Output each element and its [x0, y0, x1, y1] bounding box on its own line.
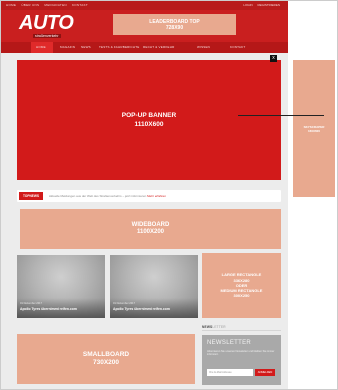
- top-bar: HOME ÜBER UNS MEDIADATEN KONTAKT LOGIN R…: [1, 1, 288, 10]
- newsletter-widget: NEWSLETTER Abonnieren Sie unseren Newsle…: [202, 335, 281, 385]
- sidebar-divider: [202, 330, 281, 331]
- wideboard-label: WIDEBOARD: [131, 221, 170, 228]
- large-rectangle-ad[interactable]: LARGE RECTANGLE 336x280 oder MEDIUM RECT…: [202, 253, 281, 318]
- login-link[interactable]: LOGIN: [243, 3, 252, 7]
- popup-banner-size: 1110x600: [134, 121, 164, 128]
- site-header: HOME ÜBER UNS MEDIADATEN KONTAKT LOGIN R…: [1, 1, 288, 53]
- nav-item-home[interactable]: HOME: [36, 45, 46, 49]
- smallboard-ad[interactable]: SMALLBOARD 730X200: [17, 334, 195, 384]
- sidebar-heading-thin: LETTER: [212, 325, 226, 329]
- topbar-link-about[interactable]: ÜBER UNS: [21, 3, 39, 7]
- article-title[interactable]: Apollo Tyres übernimmt reifen.com: [20, 307, 77, 311]
- leaderboard-ad[interactable]: LEADERBOARD TOP 728x90: [113, 14, 236, 35]
- ticker-badge: TOPNEWS: [19, 192, 43, 200]
- article-card[interactable]: 01 Dezember 2017 Apollo Tyres übernimmt …: [110, 255, 198, 318]
- close-icon[interactable]: x: [270, 55, 277, 62]
- smallboard-label: SMALLBOARD: [82, 350, 130, 358]
- popup-banner-label: POP-UP BANNER: [121, 112, 177, 119]
- nav-item-kontakt[interactable]: KONTAKT: [230, 45, 245, 49]
- sidebar-heading: NEWSLETTER: [202, 325, 226, 329]
- newsletter-title: NEWSLETTER: [207, 340, 252, 346]
- ticker-more-link[interactable]: Mehr erfahren: [147, 194, 166, 198]
- top-bar-account: LOGIN REGISTRIEREN: [239, 3, 280, 7]
- register-link[interactable]: REGISTRIEREN: [257, 3, 280, 7]
- nav-item-wissen[interactable]: WISSEN: [197, 45, 210, 49]
- nav-item-news[interactable]: NEWS: [81, 45, 91, 49]
- article-date: 01 Dezember 2017: [20, 302, 43, 305]
- top-bar-links: HOME ÜBER UNS MEDIADATEN KONTAKT: [6, 3, 92, 7]
- article-date: 01 Dezember 2017: [113, 302, 136, 305]
- ticker-headline[interactable]: Aktuelle Meldungen aus der Welt des Stra…: [49, 194, 146, 198]
- smallboard-size: 730X200: [92, 359, 120, 366]
- topbar-link-home[interactable]: HOME: [6, 3, 16, 7]
- logo-wordmark: AUTO: [19, 12, 74, 34]
- nav-item-recht[interactable]: RECHT & VERKEHR: [143, 45, 174, 49]
- skyscraper-ad[interactable]: SKYSCRAPER 160x600: [293, 60, 335, 197]
- sidebar-heading-bold: NEWS: [202, 325, 213, 329]
- newsletter-subscribe-button[interactable]: ANMELDEN: [255, 369, 275, 376]
- site-logo[interactable]: AUTO straßenverkehr: [19, 13, 74, 39]
- nav-item-magazin[interactable]: MAGAZIN: [60, 45, 75, 49]
- topbar-link-media[interactable]: MEDIADATEN: [44, 3, 66, 7]
- ticker-text[interactable]: Aktuelle Meldungen aus der Welt des Stra…: [49, 194, 166, 198]
- article-title[interactable]: Apollo Tyres übernimmt reifen.com: [113, 307, 170, 311]
- wideboard-size: 1100x200: [136, 229, 165, 235]
- leaderboard-size: 728x90: [165, 24, 184, 31]
- topbar-link-contact[interactable]: KONTAKT: [72, 3, 88, 7]
- logo-subtitle: straßenverkehr: [33, 34, 61, 38]
- annotation-pointer-line: [238, 115, 324, 116]
- popup-banner-ad[interactable]: x POP-UP BANNER 1110x600: [17, 55, 281, 180]
- medium-rectangle-size: 300x250: [233, 293, 250, 299]
- nav-item-tests[interactable]: TESTS & FAHRBERICHTE: [99, 45, 140, 49]
- newsletter-email-input[interactable]: Ihre E-Mail Adresse: [207, 369, 253, 376]
- news-ticker: TOPNEWS Aktuelle Meldungen aus der Welt …: [17, 190, 281, 202]
- wideboard-ad[interactable]: WIDEBOARD 1100x200: [20, 209, 281, 249]
- newsletter-description: Abonnieren Sie unseren Newsletter und bl…: [207, 350, 275, 357]
- article-card[interactable]: 01 Dezember 2017 Apollo Tyres übernimmt …: [17, 255, 105, 318]
- website: HOME ÜBER UNS MEDIADATEN KONTAKT LOGIN R…: [1, 1, 288, 389]
- skyscraper-size: 160x600: [307, 128, 320, 133]
